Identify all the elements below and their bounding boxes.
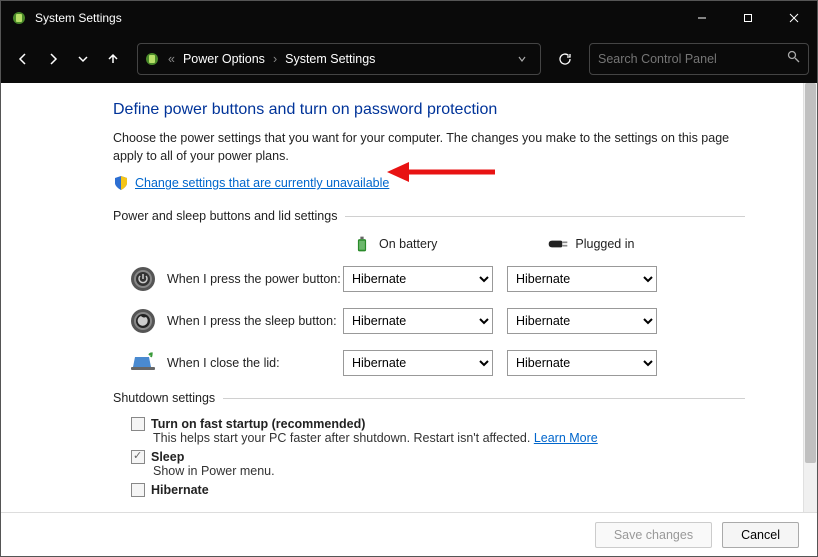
address-bar[interactable]: « Power Options › System Settings	[137, 43, 541, 75]
breadcrumb-prefix: «	[166, 52, 177, 66]
page-heading: Define power buttons and turn on passwor…	[113, 101, 745, 119]
scrollbar[interactable]	[803, 83, 817, 512]
breadcrumb-power-options[interactable]: Power Options	[183, 52, 265, 66]
sleep-button-battery-select[interactable]: Hibernate	[343, 308, 493, 334]
scrollbar-thumb[interactable]	[805, 83, 816, 463]
close-button[interactable]	[771, 1, 817, 35]
sleep-checkbox[interactable]	[131, 450, 145, 464]
forward-button[interactable]	[39, 45, 67, 73]
power-button-icon	[129, 265, 157, 293]
battery-icon	[351, 235, 373, 253]
sleep-button-label: When I press the sleep button:	[167, 314, 343, 328]
recent-locations-button[interactable]	[69, 45, 97, 73]
column-plugged-in: Plugged in	[547, 235, 634, 253]
section-power-sleep-label: Power and sleep buttons and lid settings	[113, 209, 337, 223]
power-button-row: When I press the power button: Hibernate…	[113, 265, 745, 293]
lid-battery-select[interactable]: Hibernate	[343, 350, 493, 376]
power-button-label: When I press the power button:	[167, 272, 343, 286]
fast-startup-item: Turn on fast startup (recommended) This …	[131, 417, 745, 445]
content-area: Define power buttons and turn on passwor…	[1, 83, 803, 512]
section-shutdown-label: Shutdown settings	[113, 391, 215, 405]
titlebar: System Settings	[1, 1, 817, 35]
back-button[interactable]	[9, 45, 37, 73]
hibernate-item: Hibernate	[131, 483, 745, 497]
save-changes-button[interactable]: Save changes	[595, 522, 712, 548]
minimize-button[interactable]	[679, 1, 725, 35]
lid-close-row: When I close the lid: Hibernate Hibernat…	[113, 349, 745, 377]
change-unavailable-settings-link[interactable]: Change settings that are currently unava…	[135, 176, 389, 190]
shield-icon	[113, 175, 129, 191]
fast-startup-label: Turn on fast startup (recommended)	[151, 417, 365, 431]
breadcrumb-system-settings[interactable]: System Settings	[285, 52, 375, 66]
refresh-button[interactable]	[549, 43, 581, 75]
power-options-icon	[144, 51, 160, 67]
window-title: System Settings	[35, 11, 679, 25]
sleep-button-row: When I press the sleep button: Hibernate…	[113, 307, 745, 335]
search-icon[interactable]	[787, 50, 800, 68]
sleep-button-plugged-select[interactable]: Hibernate	[507, 308, 657, 334]
plugged-in-label: Plugged in	[575, 237, 634, 251]
search-box[interactable]	[589, 43, 809, 75]
plug-icon	[547, 235, 569, 253]
power-button-battery-select[interactable]: Hibernate	[343, 266, 493, 292]
up-button[interactable]	[99, 45, 127, 73]
laptop-lid-icon	[129, 349, 157, 377]
lid-close-label: When I close the lid:	[167, 356, 343, 370]
lid-plugged-select[interactable]: Hibernate	[507, 350, 657, 376]
maximize-button[interactable]	[725, 1, 771, 35]
learn-more-link[interactable]: Learn More	[534, 431, 598, 445]
footer: Save changes Cancel	[1, 512, 817, 556]
power-options-app-icon	[11, 10, 27, 26]
page-description: Choose the power settings that you want …	[113, 129, 745, 165]
sleep-item: Sleep Show in Power menu.	[131, 450, 745, 478]
hibernate-checkbox[interactable]	[131, 483, 145, 497]
sleep-label: Sleep	[151, 450, 184, 464]
address-dropdown-button[interactable]	[510, 54, 534, 64]
cancel-button[interactable]: Cancel	[722, 522, 799, 548]
navbar: « Power Options › System Settings	[1, 35, 817, 83]
fast-startup-description: This helps start your PC faster after sh…	[153, 431, 534, 445]
on-battery-label: On battery	[379, 237, 437, 251]
sleep-button-icon	[129, 307, 157, 335]
divider	[223, 398, 745, 399]
power-button-plugged-select[interactable]: Hibernate	[507, 266, 657, 292]
fast-startup-checkbox[interactable]	[131, 417, 145, 431]
search-input[interactable]	[598, 52, 787, 66]
sleep-description: Show in Power menu.	[153, 464, 745, 478]
divider	[345, 216, 745, 217]
chevron-right-icon: ›	[271, 52, 279, 66]
hibernate-label: Hibernate	[151, 483, 209, 497]
column-on-battery: On battery	[351, 235, 437, 253]
